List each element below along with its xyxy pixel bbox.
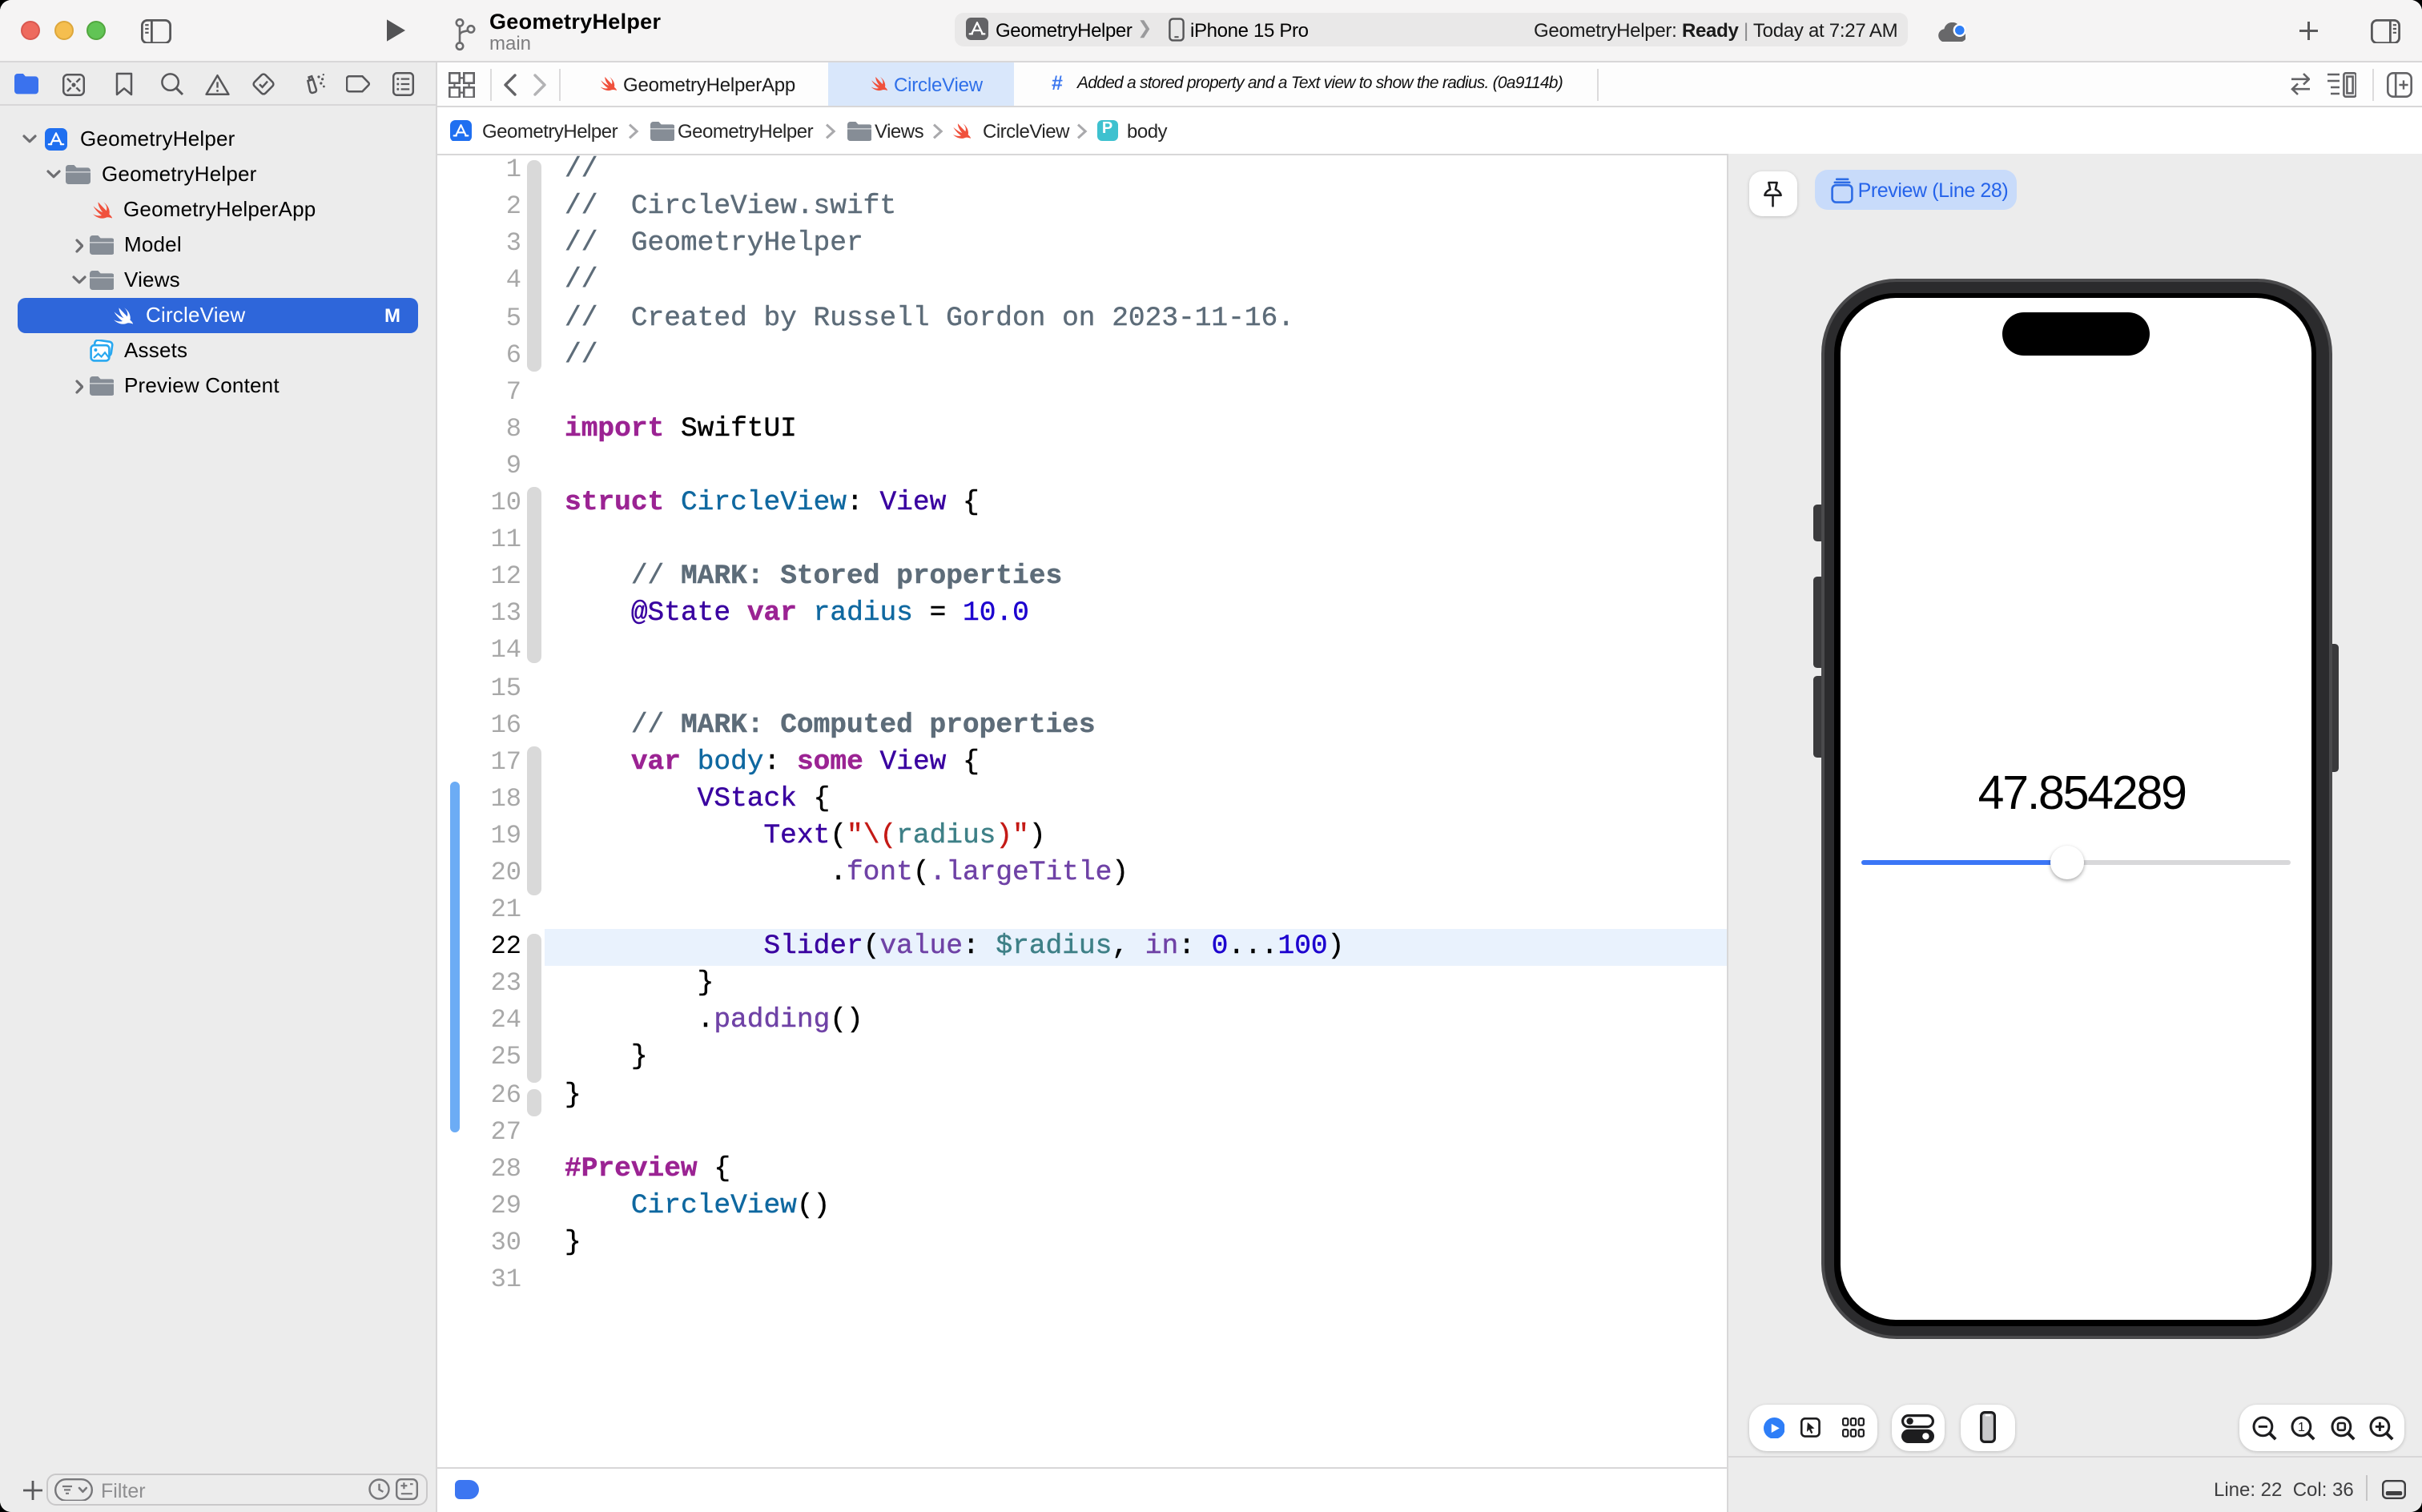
svg-text:1: 1 bbox=[2299, 1420, 2306, 1434]
